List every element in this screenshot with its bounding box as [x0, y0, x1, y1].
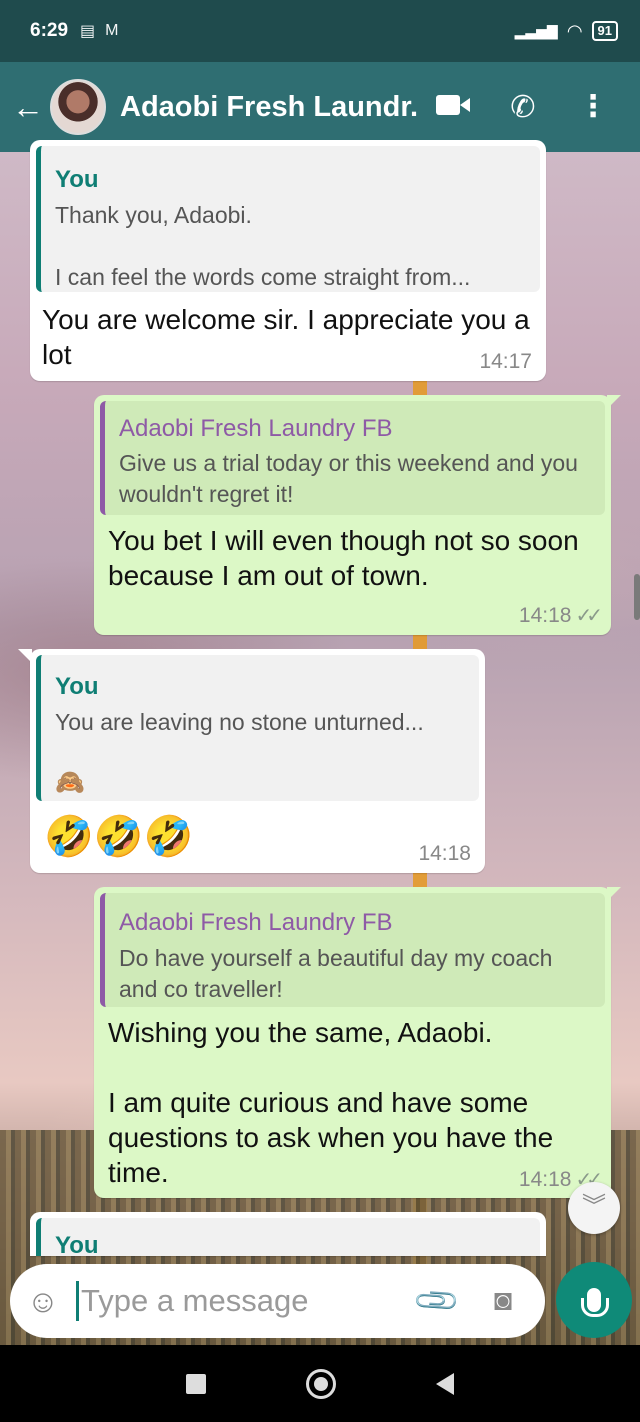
mic-button[interactable]: [556, 1262, 632, 1338]
system-nav-bar: [0, 1345, 640, 1422]
text-cursor: [76, 1281, 79, 1321]
emoji-icon[interactable]: ☺: [10, 1283, 76, 1320]
arrow-left-icon[interactable]: ←: [6, 89, 50, 126]
double-check-icon: ✓✓: [575, 605, 602, 627]
quote-author: Adaobi Fresh Laundry FB: [119, 909, 393, 936]
signal-icon: ▂▃▅▇: [514, 22, 558, 39]
bubble-tail: [607, 887, 621, 901]
wifi-icon: ◠: [567, 20, 582, 41]
message-time: 14:18: [418, 842, 471, 865]
mic-icon: [581, 1288, 609, 1317]
message-bubble-incoming[interactable]: You: [30, 1212, 546, 1256]
battery-icon: 91: [591, 21, 618, 41]
status-bar: 6:29 ▤ M ▂▃▅▇ ◠ 91: [0, 0, 640, 62]
camera-icon[interactable]: ◙: [473, 1284, 533, 1318]
quote-author: Adaobi Fresh Laundry FB: [119, 415, 393, 442]
message-text: You are welcome sir. I appreciate you a …: [42, 304, 530, 370]
message-text: You bet I will even though not so soon b…: [108, 525, 579, 591]
quote-author: You: [55, 166, 99, 193]
quote-author: You: [55, 673, 99, 700]
bubble-tail: [18, 649, 32, 663]
message-bubble-incoming[interactable]: You Thank you, Adaobi. I can feel the wo…: [30, 140, 546, 381]
back-triangle-icon[interactable]: [436, 1372, 454, 1395]
message-time: 14:18 ✓✓: [518, 603, 603, 628]
quote-author: You: [55, 1232, 99, 1256]
bubble-tail: [607, 395, 621, 409]
contact-name[interactable]: Adaobi Fresh Laundr...: [120, 91, 418, 124]
scrollbar-handle[interactable]: [634, 574, 640, 620]
recents-icon[interactable]: [186, 1373, 206, 1394]
status-indicators: ▂▃▅▇ ◠ 91: [515, 21, 618, 42]
message-time: 14:17: [479, 350, 532, 373]
message-input[interactable]: [81, 1283, 401, 1319]
quoted-message[interactable]: You You are leaving no stone unturned...…: [36, 655, 479, 801]
message-bubble-outgoing[interactable]: Adaobi Fresh Laundry FB Give us a trial …: [94, 395, 621, 635]
quote-emoji: 🙈: [55, 769, 85, 796]
message-text: Wishing you the same, Adaobi. I am quite…: [108, 1017, 554, 1188]
paperclip-icon[interactable]: 📎: [399, 1263, 475, 1339]
avatar[interactable]: [50, 79, 106, 135]
message-bubble-outgoing[interactable]: Adaobi Fresh Laundry FB Do have yourself…: [94, 887, 621, 1198]
message-time-value: 14:18: [518, 604, 572, 627]
bubble-tail: [30, 1212, 32, 1226]
message-text: 🤣🤣🤣: [44, 815, 194, 859]
quoted-message[interactable]: You: [36, 1218, 540, 1256]
message-bubble-incoming[interactable]: You You are leaving no stone unturned...…: [18, 649, 485, 873]
more-vert-icon[interactable]: ⋮: [558, 92, 628, 122]
chevron-double-down-icon[interactable]: ︾: [568, 1182, 620, 1234]
chat-header: ← Adaobi Fresh Laundr... ✆ ⋮: [0, 62, 640, 152]
quote-text: Thank you, Adaobi. I can feel the words …: [55, 202, 471, 290]
quote-text: You are leaving no stone unturned...: [55, 709, 424, 735]
quote-text: Do have yourself a beautiful day my coac…: [119, 945, 553, 1002]
status-time: 6:29: [30, 20, 69, 41]
quoted-message[interactable]: You Thank you, Adaobi. I can feel the wo…: [36, 146, 540, 292]
video-call-icon[interactable]: [418, 94, 488, 120]
home-icon[interactable]: [306, 1368, 336, 1399]
message-time-value: 14:18: [518, 1168, 572, 1191]
quoted-message[interactable]: Adaobi Fresh Laundry FB Give us a trial …: [100, 401, 605, 515]
message-composer: ☺ 📎 ◙: [10, 1264, 545, 1338]
phone-call-icon[interactable]: ✆: [488, 90, 558, 125]
gmail-icon: M: [105, 22, 119, 39]
quoted-message[interactable]: Adaobi Fresh Laundry FB Do have yourself…: [100, 893, 605, 1007]
quote-text: Give us a trial today or this weekend an…: [119, 450, 578, 507]
calendar-icon: ▤: [80, 23, 96, 40]
